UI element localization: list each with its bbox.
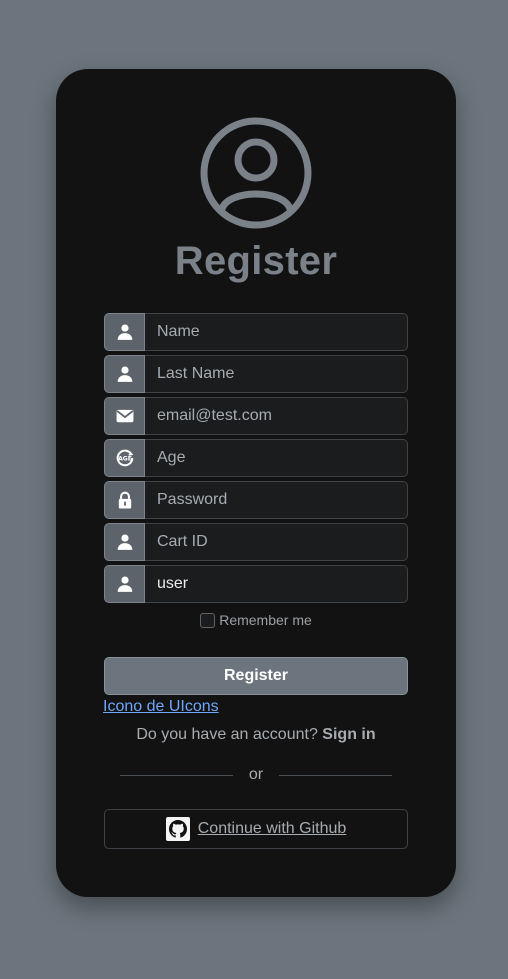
age-input[interactable] — [145, 439, 408, 477]
password-field-group — [104, 481, 408, 519]
register-card: Register AGE — [56, 69, 456, 897]
role-field-group — [104, 565, 408, 603]
age-icon: AGE — [104, 439, 145, 477]
last-name-input[interactable] — [145, 355, 408, 393]
remember-me[interactable]: Remember me — [56, 612, 456, 628]
user-icon — [104, 523, 145, 561]
svg-text:AGE: AGE — [118, 456, 132, 463]
divider-label: or — [248, 766, 264, 783]
remember-me-checkbox[interactable] — [200, 612, 216, 628]
envelope-icon — [104, 397, 145, 435]
github-icon — [165, 817, 190, 841]
uicons-credit-link[interactable]: Icono de UIcons — [103, 698, 219, 716]
last-name-field-group — [104, 355, 408, 393]
user-icon — [104, 313, 145, 351]
cart-id-input[interactable] — [145, 523, 408, 561]
github-button-label: Continue with Github — [197, 820, 347, 837]
email-field-group — [104, 397, 408, 435]
user-icon — [104, 565, 145, 603]
signin-link[interactable]: Sign in — [322, 726, 375, 743]
email-input[interactable] — [145, 397, 408, 435]
lock-icon — [104, 481, 145, 519]
divider-line — [279, 774, 393, 776]
signin-prompt-text: Do you have an account? — [136, 726, 318, 743]
register-form: AGE — [104, 313, 408, 607]
or-divider: or — [120, 766, 393, 784]
page-title: Register — [174, 239, 338, 283]
name-input[interactable] — [145, 313, 408, 351]
divider-line — [120, 774, 233, 776]
user-circle-icon — [200, 117, 312, 229]
password-input[interactable] — [145, 481, 408, 519]
register-button[interactable]: Register — [104, 657, 408, 695]
age-field-group: AGE — [104, 439, 408, 477]
github-button[interactable]: Continue with Github — [104, 809, 408, 849]
name-field-group — [104, 313, 408, 351]
cart-id-field-group — [104, 523, 408, 561]
remember-me-label: Remember me — [219, 612, 312, 628]
user-icon — [104, 355, 145, 393]
role-input[interactable] — [145, 565, 408, 603]
signin-prompt: Do you have an account? Sign in — [56, 726, 456, 744]
